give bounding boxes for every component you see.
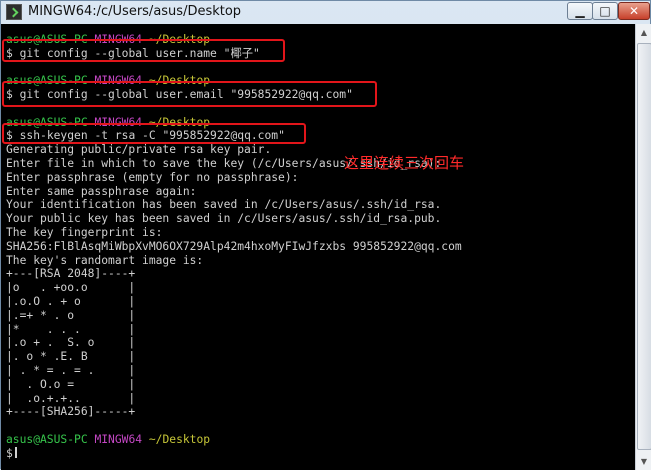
scrollbar-thumb[interactable] xyxy=(637,43,651,450)
randomart-line: |.=+ * . o | xyxy=(6,308,136,322)
randomart-line: |.o + . S. o | xyxy=(6,336,136,350)
output-line: Your identification has been saved in /c… xyxy=(6,198,442,212)
vertical-scrollbar[interactable]: ▲ ▼ xyxy=(635,24,651,470)
randomart-line: +---[RSA 2048]----+ xyxy=(6,267,136,281)
prompt-line: asus@ASUS-PC MINGW64 ~/Desktop xyxy=(6,432,211,446)
randomart-line: | . * = . = . | xyxy=(6,363,136,377)
output-line: The key fingerprint is: xyxy=(6,225,163,239)
mingw-app-icon xyxy=(6,4,22,20)
scroll-up-icon[interactable]: ▲ xyxy=(636,24,651,41)
text-cursor xyxy=(14,446,17,458)
scroll-down-icon[interactable]: ▼ xyxy=(636,453,651,470)
randomart-line: |.o.O . + o | xyxy=(6,294,136,308)
highlight-box-user-email xyxy=(2,81,377,107)
randomart-line: |. o * .E. B | xyxy=(6,350,136,364)
close-button[interactable]: ✕ xyxy=(618,2,650,20)
window-title: MINGW64:/c/Users/asus/Desktop xyxy=(28,4,242,19)
annotation-text: 这里连续三次回车 xyxy=(344,154,465,172)
randomart-line: +----[SHA256]-----+ xyxy=(6,405,136,419)
output-line: SHA256:FlBlAsqMiWbpXvMO6OX729Alp42m4hxoM… xyxy=(6,239,462,253)
randomart-line: | . O.o = | xyxy=(6,377,136,391)
randomart-line: | .o.+.+.. | xyxy=(6,391,136,405)
output-line: Your public key has been saved in /c/Use… xyxy=(6,212,442,226)
highlight-box-user-name xyxy=(2,39,285,62)
randomart-line: |* . . . | xyxy=(6,322,136,336)
title-bar[interactable]: MINGW64:/c/Users/asus/Desktop ▁ □ ✕ xyxy=(1,1,650,23)
active-command-line[interactable]: $ xyxy=(6,446,462,461)
highlight-box-ssh-keygen xyxy=(2,123,306,144)
output-line: The key's randomart image is: xyxy=(6,253,204,267)
randomart-line: |o . +oo.o | xyxy=(6,281,136,295)
terminal-window: MINGW64:/c/Users/asus/Desktop ▁ □ ✕ asus… xyxy=(0,0,651,470)
terminal-output[interactable]: asus@ASUS-PC MINGW64 ~/Desktop $ git con… xyxy=(1,24,635,470)
output-line: Enter same passphrase again: xyxy=(6,184,197,198)
minimize-button[interactable]: ▁ xyxy=(567,2,593,20)
maximize-button[interactable]: □ xyxy=(592,2,618,20)
